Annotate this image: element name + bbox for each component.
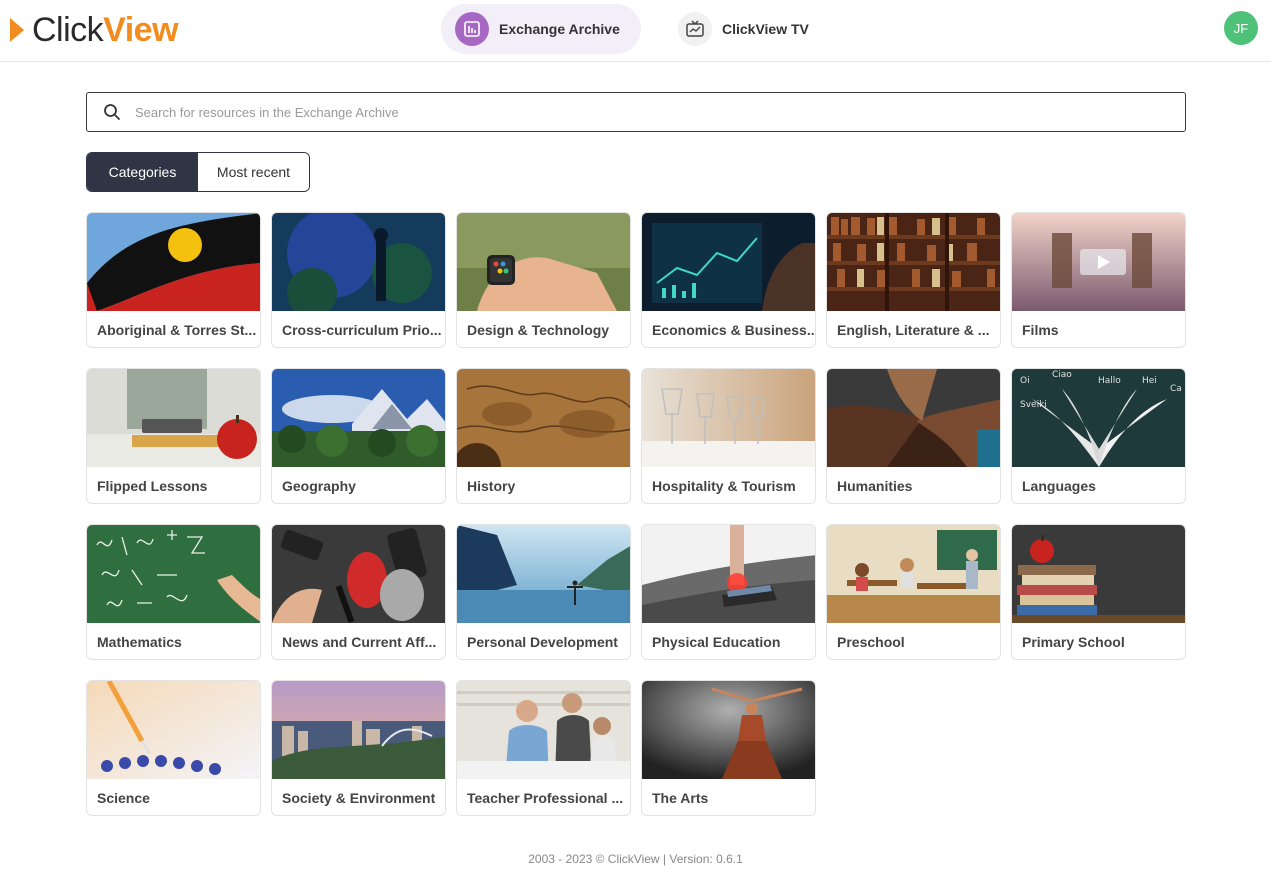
category-card-economics-business[interactable]: Economics & Business...	[641, 212, 816, 348]
category-label: Science	[97, 789, 150, 806]
category-thumbnail	[87, 525, 260, 623]
category-card-mathematics[interactable]: Mathematics	[86, 524, 261, 660]
category-thumbnail	[87, 213, 260, 311]
tab-exchange-archive-label: Exchange Archive	[499, 21, 620, 37]
category-card-primary-school[interactable]: Primary School	[1011, 524, 1186, 660]
category-label: Flipped Lessons	[97, 477, 208, 494]
category-label: Preschool	[837, 633, 905, 650]
category-label: History	[467, 477, 516, 494]
category-thumbnail	[827, 369, 1000, 467]
category-thumbnail	[642, 369, 815, 467]
user-avatar[interactable]: JF	[1224, 11, 1258, 45]
category-label: Geography	[282, 477, 356, 494]
category-card-the-arts[interactable]: The Arts	[641, 680, 816, 816]
category-thumbnail	[87, 681, 260, 779]
category-card-geography[interactable]: Geography	[271, 368, 446, 504]
category-thumbnail	[827, 525, 1000, 623]
category-label: Languages	[1022, 477, 1096, 494]
categories-toggle-button[interactable]: Categories	[87, 153, 198, 191]
category-card-design-technology[interactable]: Design & Technology	[456, 212, 631, 348]
category-card-news-current-affairs[interactable]: News and Current Aff...	[271, 524, 446, 660]
footer-copyright: 2003 - 2023 © ClickView | Version: 0.6.1	[528, 852, 743, 866]
category-thumbnail	[642, 213, 815, 311]
view-toggle: Categories Most recent	[86, 152, 310, 192]
category-thumbnail	[1012, 213, 1185, 311]
archive-icon	[455, 12, 489, 46]
category-label: Films	[1022, 321, 1059, 338]
category-label: Hospitality & Tourism	[652, 477, 796, 494]
category-thumbnail	[87, 369, 260, 467]
category-label: Cross-curriculum Prio...	[282, 321, 442, 338]
most-recent-toggle-button[interactable]: Most recent	[198, 153, 309, 191]
category-card-languages[interactable]: Oi Ciao Hallo Hei Ca Sveiki Languages	[1011, 368, 1186, 504]
logo-view-text: View	[103, 11, 179, 49]
top-header: ClickView Exchange Archive ClickView TV …	[0, 0, 1271, 62]
svg-text:Ciao: Ciao	[1052, 370, 1072, 380]
category-thumbnail	[457, 681, 630, 779]
category-thumbnail	[457, 369, 630, 467]
category-label: Teacher Professional ...	[467, 789, 624, 806]
category-thumbnail	[457, 525, 630, 623]
category-thumbnail	[272, 681, 445, 779]
category-thumbnail	[1012, 525, 1185, 623]
category-card-teacher-professional[interactable]: Teacher Professional ...	[456, 680, 631, 816]
category-label: Design & Technology	[467, 321, 610, 338]
category-card-flipped-lessons[interactable]: Flipped Lessons	[86, 368, 261, 504]
category-thumbnail: Oi Ciao Hallo Hei Ca Sveiki	[1012, 369, 1185, 467]
svg-text:Ca: Ca	[1170, 384, 1182, 394]
category-label: Primary School	[1022, 633, 1125, 650]
category-thumbnail	[272, 525, 445, 623]
category-card-hospitality-tourism[interactable]: Hospitality & Tourism	[641, 368, 816, 504]
category-grid: Aboriginal & Torres St... Cross-curricul…	[86, 212, 1186, 816]
category-card-humanities[interactable]: Humanities	[826, 368, 1001, 504]
category-label: English, Literature & ...	[837, 321, 990, 338]
category-label: Personal Development	[467, 633, 618, 650]
clickview-logo[interactable]: ClickView	[10, 10, 179, 50]
category-thumbnail	[827, 213, 1000, 311]
category-label: Mathematics	[97, 633, 182, 650]
search-icon	[104, 104, 120, 120]
category-thumbnail	[272, 369, 445, 467]
category-card-english-literature[interactable]: English, Literature & ...	[826, 212, 1001, 348]
category-label: News and Current Aff...	[282, 633, 437, 650]
play-triangle-icon	[10, 18, 24, 42]
category-thumbnail	[642, 525, 815, 623]
category-thumbnail	[272, 213, 445, 311]
category-card-preschool[interactable]: Preschool	[826, 524, 1001, 660]
category-label: Physical Education	[652, 633, 781, 650]
category-card-films[interactable]: Films	[1011, 212, 1186, 348]
category-label: The Arts	[652, 789, 709, 806]
category-card-physical-education[interactable]: Physical Education	[641, 524, 816, 660]
category-card-history[interactable]: History	[456, 368, 631, 504]
tab-clickview-tv-label: ClickView TV	[722, 21, 809, 37]
category-thumbnail	[457, 213, 630, 311]
category-label: Economics & Business...	[652, 321, 815, 338]
category-card-society-environment[interactable]: Society & Environment	[271, 680, 446, 816]
search-bar	[86, 92, 1186, 132]
category-thumbnail	[642, 681, 815, 779]
category-label: Aboriginal & Torres St...	[97, 321, 257, 338]
category-card-aboriginal[interactable]: Aboriginal & Torres St...	[86, 212, 261, 348]
svg-text:Hallo: Hallo	[1098, 376, 1121, 386]
svg-text:Oi: Oi	[1020, 376, 1030, 386]
category-card-personal-development[interactable]: Personal Development	[456, 524, 631, 660]
category-label: Humanities	[837, 477, 913, 494]
search-input[interactable]	[135, 104, 1135, 120]
logo-click-text: Click	[32, 11, 104, 49]
tab-exchange-archive[interactable]: Exchange Archive	[441, 4, 641, 54]
category-card-science[interactable]: Science	[86, 680, 261, 816]
tv-icon	[678, 12, 712, 46]
category-card-cross-curriculum[interactable]: Cross-curriculum Prio...	[271, 212, 446, 348]
svg-text:Hei: Hei	[1142, 376, 1157, 386]
logo-wordmark: ClickView	[32, 10, 179, 50]
svg-text:Sveiki: Sveiki	[1020, 400, 1047, 410]
tab-clickview-tv[interactable]: ClickView TV	[664, 4, 824, 54]
category-label: Society & Environment	[282, 789, 436, 806]
